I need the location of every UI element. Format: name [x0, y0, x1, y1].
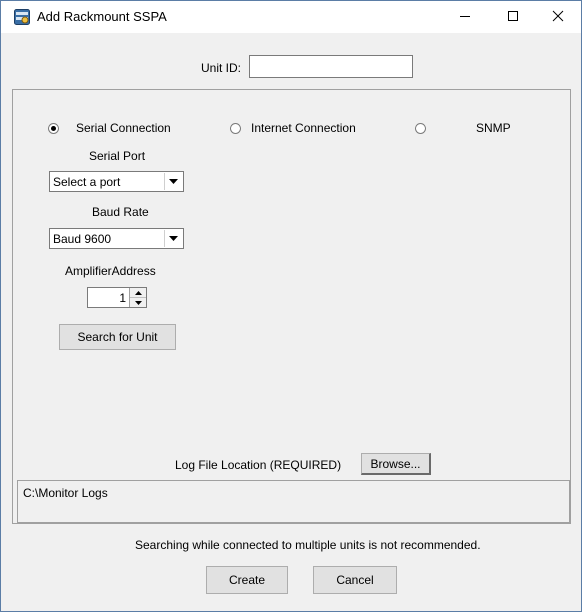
snmp-label[interactable]: SNMP [476, 121, 511, 135]
search-for-unit-button[interactable]: Search for Unit [59, 324, 176, 350]
minimize-icon [459, 10, 471, 25]
app-icon [14, 9, 30, 25]
maximize-button[interactable] [490, 1, 536, 33]
log-path-box[interactable]: C:\Monitor Logs [17, 480, 570, 523]
cancel-button[interactable]: Cancel [313, 566, 397, 594]
unit-id-input[interactable] [249, 55, 413, 78]
close-button[interactable] [535, 1, 581, 33]
serial-connection-label[interactable]: Serial Connection [76, 121, 171, 135]
baud-rate-label: Baud Rate [92, 205, 149, 219]
spinner-up-button[interactable] [130, 288, 146, 298]
spinner-arrows [129, 288, 146, 307]
maximize-icon [507, 10, 519, 25]
serial-port-label: Serial Port [89, 149, 146, 163]
spinner-down-button[interactable] [130, 298, 146, 307]
serial-port-value: Select a port [53, 175, 121, 189]
close-icon [552, 10, 564, 25]
log-file-location-label: Log File Location (REQUIRED) [175, 458, 342, 472]
internet-connection-label[interactable]: Internet Connection [251, 121, 356, 135]
window-title: Add Rackmount SSPA [37, 9, 167, 24]
amplifier-address-spinner[interactable]: 1 [87, 287, 147, 308]
amplifier-address-value: 1 [119, 291, 126, 305]
serial-port-select[interactable]: Select a port [49, 171, 184, 192]
dialog-content: Unit ID: Serial Connection Internet Conn… [1, 33, 581, 611]
baud-rate-value: Baud 9600 [53, 232, 112, 246]
serial-connection-radio[interactable] [48, 123, 59, 134]
internet-connection-radio[interactable] [230, 123, 241, 134]
browse-button[interactable]: Browse... [361, 453, 431, 475]
minimize-button[interactable] [442, 1, 488, 33]
title-bar: Add Rackmount SSPA [1, 1, 581, 33]
multi-unit-warning: Searching while connected to multiple un… [135, 538, 481, 552]
amplifier-address-label: AmplifierAddress [65, 264, 156, 278]
create-button[interactable]: Create [206, 566, 288, 594]
snmp-radio[interactable] [415, 123, 426, 134]
add-rackmount-sspa-dialog: Add Rackmount SSPA Unit ID: Serial Conne… [0, 0, 582, 612]
log-path-value: C:\Monitor Logs [23, 486, 108, 500]
chevron-down-icon [164, 173, 182, 190]
unit-id-label: Unit ID: [201, 61, 242, 75]
baud-rate-select[interactable]: Baud 9600 [49, 228, 184, 249]
chevron-down-icon [164, 230, 182, 247]
